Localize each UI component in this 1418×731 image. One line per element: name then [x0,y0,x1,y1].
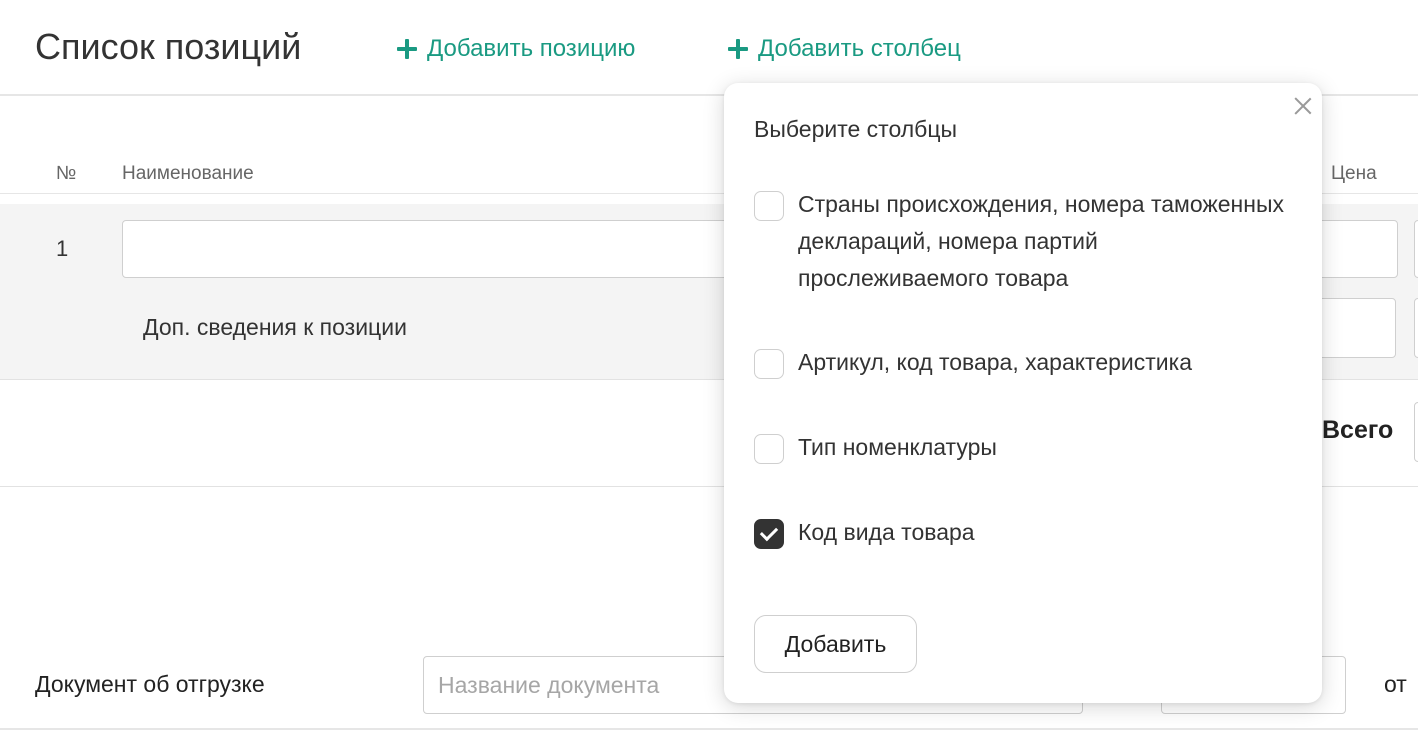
checkbox[interactable] [754,349,784,379]
check-icon [759,522,779,542]
extra-info-link[interactable]: Доп. сведения к позиции [143,314,407,341]
plus-icon [728,39,748,59]
add-columns-button[interactable]: Добавить [754,615,917,673]
checkbox[interactable] [754,191,784,221]
add-column-label: Добавить столбец [758,35,961,62]
page: Список позиций Добавить позицию Добавить… [0,0,1418,731]
column-option-article[interactable]: Артикул, код товара, характеристика [754,347,1294,381]
bottom-divider [0,728,1418,730]
item-name-input[interactable] [122,220,822,278]
column-picker-popover: Выберите столбцы Страны происхождения, н… [724,83,1322,703]
option-label: Код вида товара [798,519,975,545]
close-icon[interactable] [1290,93,1316,119]
next-column-extra-input[interactable] [1414,298,1418,358]
total-label: Всего [1322,416,1394,444]
add-position-label: Добавить позицию [427,35,636,62]
column-option-product-kind-code[interactable]: Код вида товара [754,517,1294,551]
column-picker-title: Выберите столбцы [754,116,958,142]
option-label: Тип номенклатуры [798,434,997,460]
plus-icon [397,39,417,59]
option-label: Артикул, код товара, характеристика [798,349,1193,375]
column-option-origin-countries[interactable]: Страны происхождения, номера таможенных … [754,189,1294,297]
column-option-nomenclature-type[interactable]: Тип номенклатуры [754,432,1294,466]
checkbox-checked[interactable] [754,519,784,549]
option-label: Страны происхождения, номера таможенных … [798,191,1284,291]
add-column-link[interactable]: Добавить столбец [728,32,961,66]
column-header-name: Наименование [122,163,254,184]
checkbox[interactable] [754,434,784,464]
total-input[interactable] [1414,402,1418,462]
page-title: Список позиций [35,26,302,67]
column-header-price: Цена [1331,163,1377,184]
column-header-number: № [56,163,77,184]
row-number: 1 [56,236,69,261]
header: Список позиций Добавить позицию Добавить… [0,0,1418,96]
from-label: от [1384,671,1407,697]
add-position-link[interactable]: Добавить позицию [397,32,635,66]
next-column-input[interactable] [1414,220,1418,278]
shipment-doc-label: Документ об отгрузке [35,671,265,697]
